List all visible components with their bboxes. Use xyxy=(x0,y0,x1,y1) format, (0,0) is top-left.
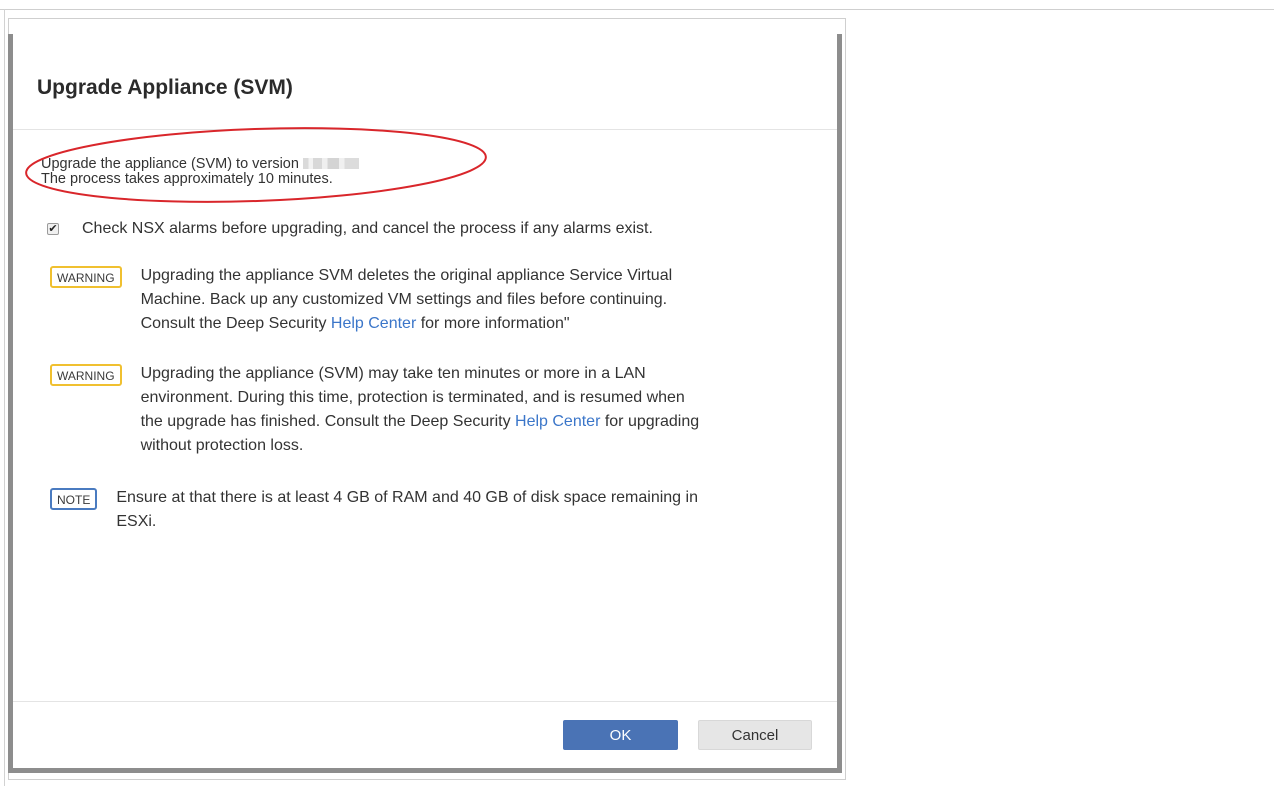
dialog-title: Upgrade Appliance (SVM) xyxy=(37,76,293,99)
note-line2: ESXi. xyxy=(116,513,157,530)
intro-version-line: Upgrade the appliance (SVM) to version xyxy=(41,157,359,172)
warning-badge: WARNING xyxy=(50,266,122,288)
note-badge: NOTE xyxy=(50,488,98,510)
note-line1: Ensure at that there is at least 4 GB of… xyxy=(116,489,698,506)
warning2-line1: Upgrading the appliance (SVM) may take t… xyxy=(140,365,646,382)
dialog-footer-divider xyxy=(13,701,837,702)
note-disk-space-text: Ensure at that there is at least 4 GB of… xyxy=(116,486,698,534)
warning-protection-terminated-text: Upgrading the appliance (SVM) may take t… xyxy=(141,362,700,458)
warning1-line3: Consult the Deep Security Help Center fo… xyxy=(141,312,673,336)
check-nsx-alarms-checkbox[interactable]: ✔ xyxy=(47,223,59,235)
warning2-line2: environment. During this time, protectio… xyxy=(140,389,685,406)
intro-version-text: Upgrade the appliance (SVM) to version xyxy=(41,156,299,172)
warning1-line1: Upgrading the appliance SVM deletes the … xyxy=(140,267,673,284)
cancel-button[interactable]: Cancel xyxy=(698,720,812,750)
modal-shadow-right xyxy=(837,34,842,772)
warning-svm-deleted-text: Upgrading the appliance SVM deletes the … xyxy=(141,264,673,336)
warning2-line3-prefix: the upgrade has finished. Consult the De… xyxy=(140,413,516,430)
warning-badge: WARNING xyxy=(50,364,122,386)
checkmark-icon: ✔ xyxy=(48,222,58,235)
ok-button[interactable]: OK xyxy=(563,720,678,750)
warning2-line4: without protection loss. xyxy=(140,437,304,454)
note-disk-space: NOTE Ensure at that there is at least 4 … xyxy=(50,486,698,534)
left-divider xyxy=(4,9,5,786)
redacted-version-value xyxy=(302,158,359,169)
upgrade-intro: Upgrade the appliance (SVM) to version T… xyxy=(41,157,359,187)
check-nsx-alarms-row[interactable]: ✔ Check NSX alarms before upgrading, and… xyxy=(47,220,653,238)
help-center-link[interactable]: Help Center xyxy=(331,315,416,332)
dialog-header: Upgrade Appliance (SVM) xyxy=(13,34,837,130)
warning-svm-deleted: WARNING Upgrading the appliance SVM dele… xyxy=(50,264,672,336)
warning2-line3: the upgrade has finished. Consult the De… xyxy=(141,410,700,434)
warning-protection-terminated: WARNING Upgrading the appliance (SVM) ma… xyxy=(50,362,699,458)
warning1-line2: Machine. Back up any customized VM setti… xyxy=(140,291,668,308)
warning1-line3-suffix: for more information" xyxy=(416,315,570,332)
check-nsx-alarms-label: Check NSX alarms before upgrading, and c… xyxy=(82,220,653,237)
upgrade-appliance-dialog: Upgrade Appliance (SVM) Upgrade the appl… xyxy=(13,34,837,768)
top-divider xyxy=(0,9,1274,10)
help-center-link[interactable]: Help Center xyxy=(515,413,600,430)
modal-shadow-bottom xyxy=(8,768,842,773)
intro-duration-line: The process takes approximately 10 minut… xyxy=(41,171,333,187)
warning1-line3-prefix: Consult the Deep Security xyxy=(140,315,331,332)
warning2-line3-suffix: for upgrading xyxy=(600,413,700,430)
